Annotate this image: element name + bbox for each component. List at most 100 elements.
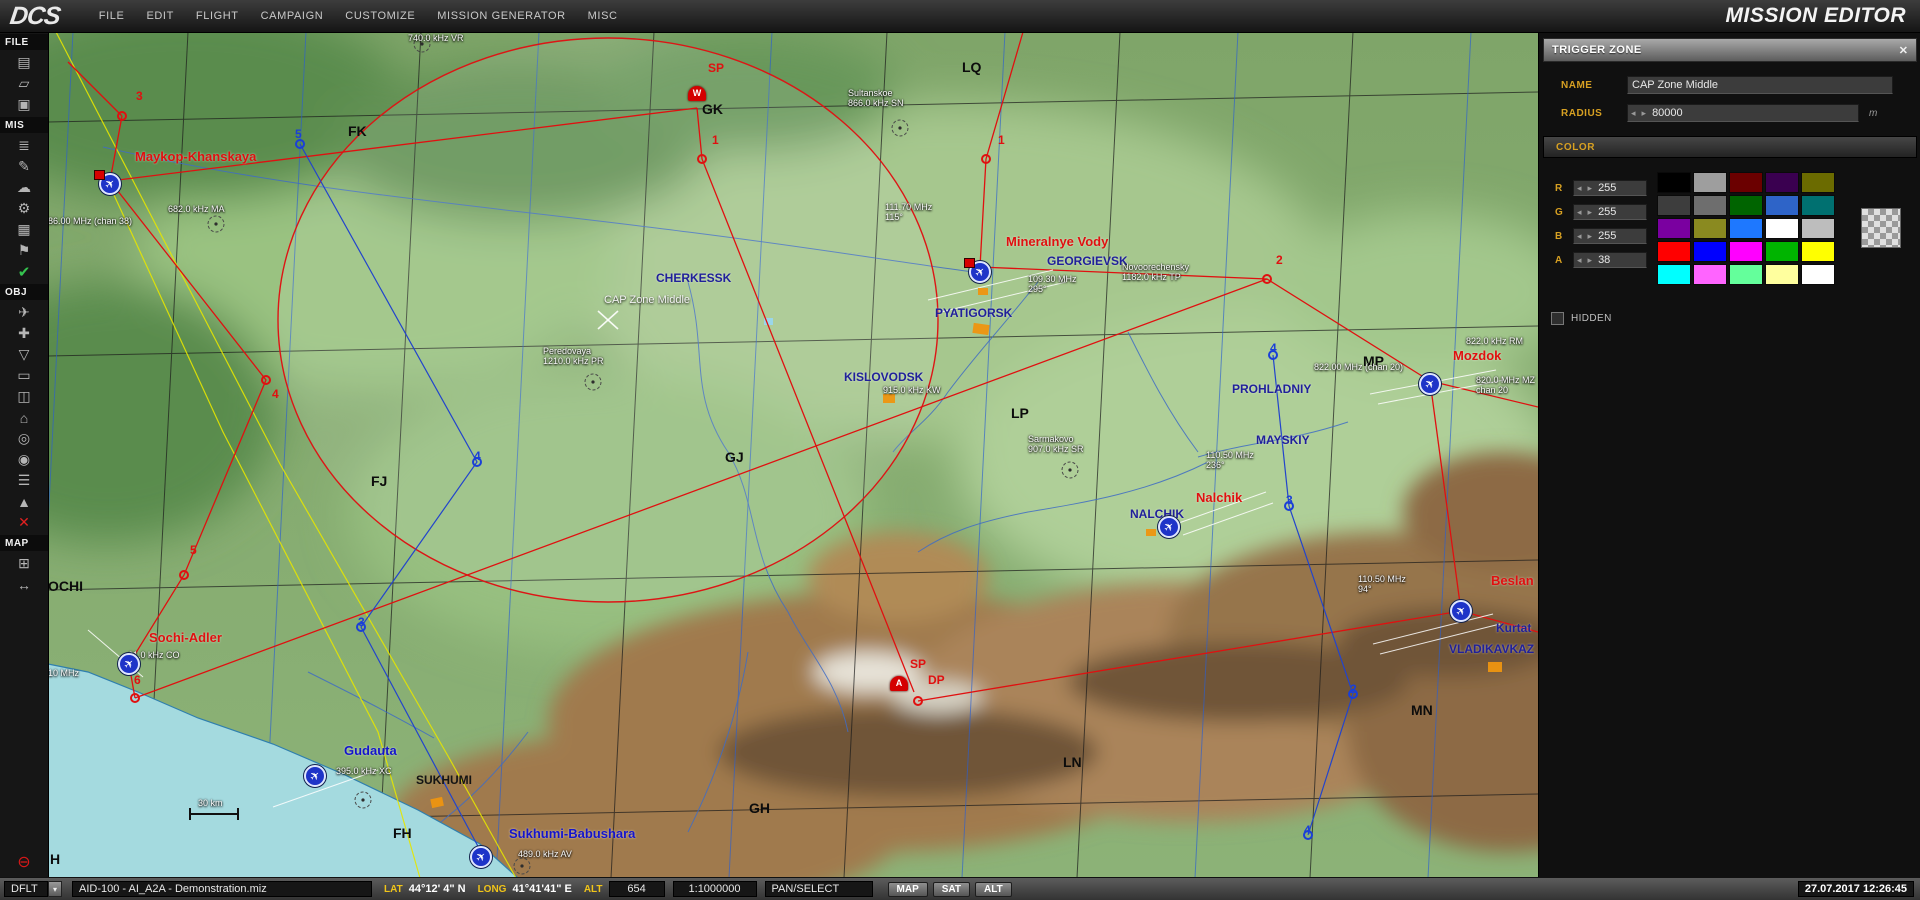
- menu-edit[interactable]: EDIT: [135, 0, 184, 32]
- waypoint-ring[interactable]: [1303, 830, 1313, 840]
- hidden-checkbox[interactable]: [1551, 312, 1564, 325]
- palette-swatch[interactable]: [1765, 218, 1799, 239]
- airfield-icon[interactable]: ✈: [118, 653, 140, 675]
- zone-name-input[interactable]: [1627, 76, 1893, 94]
- palette-swatch[interactable]: [1657, 172, 1691, 193]
- waypoint-ring[interactable]: [130, 693, 140, 703]
- waypoint-ring[interactable]: [117, 111, 127, 121]
- validate-mission-icon[interactable]: ✔: [11, 262, 37, 281]
- menu-flight[interactable]: FLIGHT: [185, 0, 250, 32]
- airfield-icon[interactable]: ✈: [99, 173, 121, 195]
- stepper-right-icon[interactable]: ▸: [1585, 207, 1596, 218]
- map-canvas[interactable]: FKGKLQFJGJLPMPLNMNGHFHOCHIHCHERKESSKPYAT…: [48, 32, 1538, 878]
- channel-stepper-r[interactable]: ◂▸255: [1573, 180, 1647, 196]
- palette-swatch[interactable]: [1657, 218, 1691, 239]
- description-icon[interactable]: ✎: [11, 157, 37, 176]
- menu-misc[interactable]: MISC: [577, 0, 629, 32]
- channel-stepper-a[interactable]: ◂▸38: [1573, 252, 1647, 268]
- palette-swatch[interactable]: [1801, 241, 1835, 262]
- briefing-icon[interactable]: ≣: [11, 136, 37, 155]
- view-button-alt[interactable]: ALT: [975, 882, 1012, 897]
- palette-swatch[interactable]: [1801, 264, 1835, 285]
- template-icon[interactable]: ⌂: [11, 408, 37, 427]
- unit-list-icon[interactable]: ☰: [11, 471, 37, 490]
- helicopter-group-icon[interactable]: ✚: [11, 324, 37, 343]
- layer-select[interactable]: DFLT ▾: [4, 881, 62, 897]
- start-point-icon[interactable]: A: [890, 676, 908, 691]
- waypoint-ring[interactable]: [981, 154, 991, 164]
- waypoint-ring[interactable]: [1268, 350, 1278, 360]
- view-button-sat[interactable]: SAT: [933, 882, 970, 897]
- palette-swatch[interactable]: [1765, 172, 1799, 193]
- start-point-icon[interactable]: W: [688, 86, 706, 101]
- stepper-right-icon[interactable]: ▸: [1585, 255, 1596, 266]
- shapes-icon[interactable]: ▲: [11, 492, 37, 511]
- stepper-right-icon[interactable]: ▸: [1585, 231, 1596, 242]
- palette-swatch[interactable]: [1729, 264, 1763, 285]
- airfield-icon[interactable]: ✈: [470, 846, 492, 868]
- new-mission-icon[interactable]: ▤: [11, 53, 37, 72]
- bullseye-icon[interactable]: ◉: [11, 450, 37, 469]
- panel-title-bar[interactable]: TRIGGER ZONE ✕: [1543, 38, 1917, 62]
- waypoint-ring[interactable]: [1284, 501, 1294, 511]
- open-mission-icon[interactable]: ▱: [11, 74, 37, 93]
- airfield-icon[interactable]: ✈: [304, 765, 326, 787]
- map-scale[interactable]: 1:1000000: [673, 881, 757, 897]
- radius-stepper[interactable]: ◂ ▸ 80000: [1627, 104, 1859, 122]
- waypoint-ring[interactable]: [913, 696, 923, 706]
- goals-icon[interactable]: ⚑: [11, 241, 37, 260]
- options-icon[interactable]: ⚙: [11, 199, 37, 218]
- waypoint-ring[interactable]: [1348, 689, 1358, 699]
- aircraft-group-icon[interactable]: ✈: [11, 303, 37, 322]
- palette-swatch[interactable]: [1729, 241, 1763, 262]
- waypoint-ring[interactable]: [261, 375, 271, 385]
- stepper-left-icon[interactable]: ◂: [1574, 231, 1585, 242]
- static-object-icon[interactable]: ◫: [11, 387, 37, 406]
- menu-customize[interactable]: CUSTOMIZE: [334, 0, 426, 32]
- palette-swatch[interactable]: [1657, 264, 1691, 285]
- palette-swatch[interactable]: [1693, 218, 1727, 239]
- transparency-swatch[interactable]: [1861, 208, 1901, 248]
- palette-swatch[interactable]: [1729, 172, 1763, 193]
- trigger-zone-icon[interactable]: ◎: [11, 429, 37, 448]
- waypoint-ring[interactable]: [697, 154, 707, 164]
- chevron-down-icon[interactable]: ▾: [48, 881, 62, 897]
- vehicle-group-icon[interactable]: ▭: [11, 366, 37, 385]
- ruler-icon[interactable]: ↔: [11, 575, 37, 594]
- waypoint-ring[interactable]: [472, 457, 482, 467]
- channel-stepper-b[interactable]: ◂▸255: [1573, 228, 1647, 244]
- stepper-right-icon[interactable]: ▸: [1585, 183, 1596, 194]
- menu-mission-generator[interactable]: MISSION GENERATOR: [426, 0, 576, 32]
- palette-swatch[interactable]: [1693, 195, 1727, 216]
- ship-group-icon[interactable]: ▽: [11, 345, 37, 364]
- cursor-mode[interactable]: PAN/SELECT: [765, 881, 873, 897]
- palette-swatch[interactable]: [1729, 218, 1763, 239]
- palette-swatch[interactable]: [1801, 218, 1835, 239]
- stepper-left-icon[interactable]: ◂: [1574, 207, 1585, 218]
- view-button-map[interactable]: MAP: [888, 882, 928, 897]
- palette-swatch[interactable]: [1765, 195, 1799, 216]
- waypoint-ring[interactable]: [179, 570, 189, 580]
- stepper-left-icon[interactable]: ◂: [1574, 183, 1585, 194]
- waypoint-ring[interactable]: [1262, 274, 1272, 284]
- palette-swatch[interactable]: [1693, 172, 1727, 193]
- waypoint-ring[interactable]: [356, 622, 366, 632]
- menu-file[interactable]: FILE: [88, 0, 136, 32]
- waypoint-ring[interactable]: [295, 139, 305, 149]
- airfield-icon[interactable]: ✈: [1158, 516, 1180, 538]
- stepper-left-icon[interactable]: ◂: [1574, 255, 1585, 266]
- palette-swatch[interactable]: [1693, 264, 1727, 285]
- menu-campaign[interactable]: CAMPAIGN: [250, 0, 335, 32]
- palette-swatch[interactable]: [1765, 264, 1799, 285]
- palette-swatch[interactable]: [1657, 195, 1691, 216]
- airfield-icon[interactable]: ✈: [1450, 600, 1472, 622]
- palette-swatch[interactable]: [1657, 241, 1691, 262]
- palette-swatch[interactable]: [1801, 195, 1835, 216]
- stepper-left-icon[interactable]: ◂: [1628, 108, 1639, 119]
- palette-swatch[interactable]: [1801, 172, 1835, 193]
- stepper-right-icon[interactable]: ▸: [1639, 108, 1650, 119]
- airfield-icon[interactable]: ✈: [969, 261, 991, 283]
- close-icon[interactable]: ✕: [1891, 44, 1916, 57]
- weather-icon[interactable]: ☁: [11, 178, 37, 197]
- palette-swatch[interactable]: [1729, 195, 1763, 216]
